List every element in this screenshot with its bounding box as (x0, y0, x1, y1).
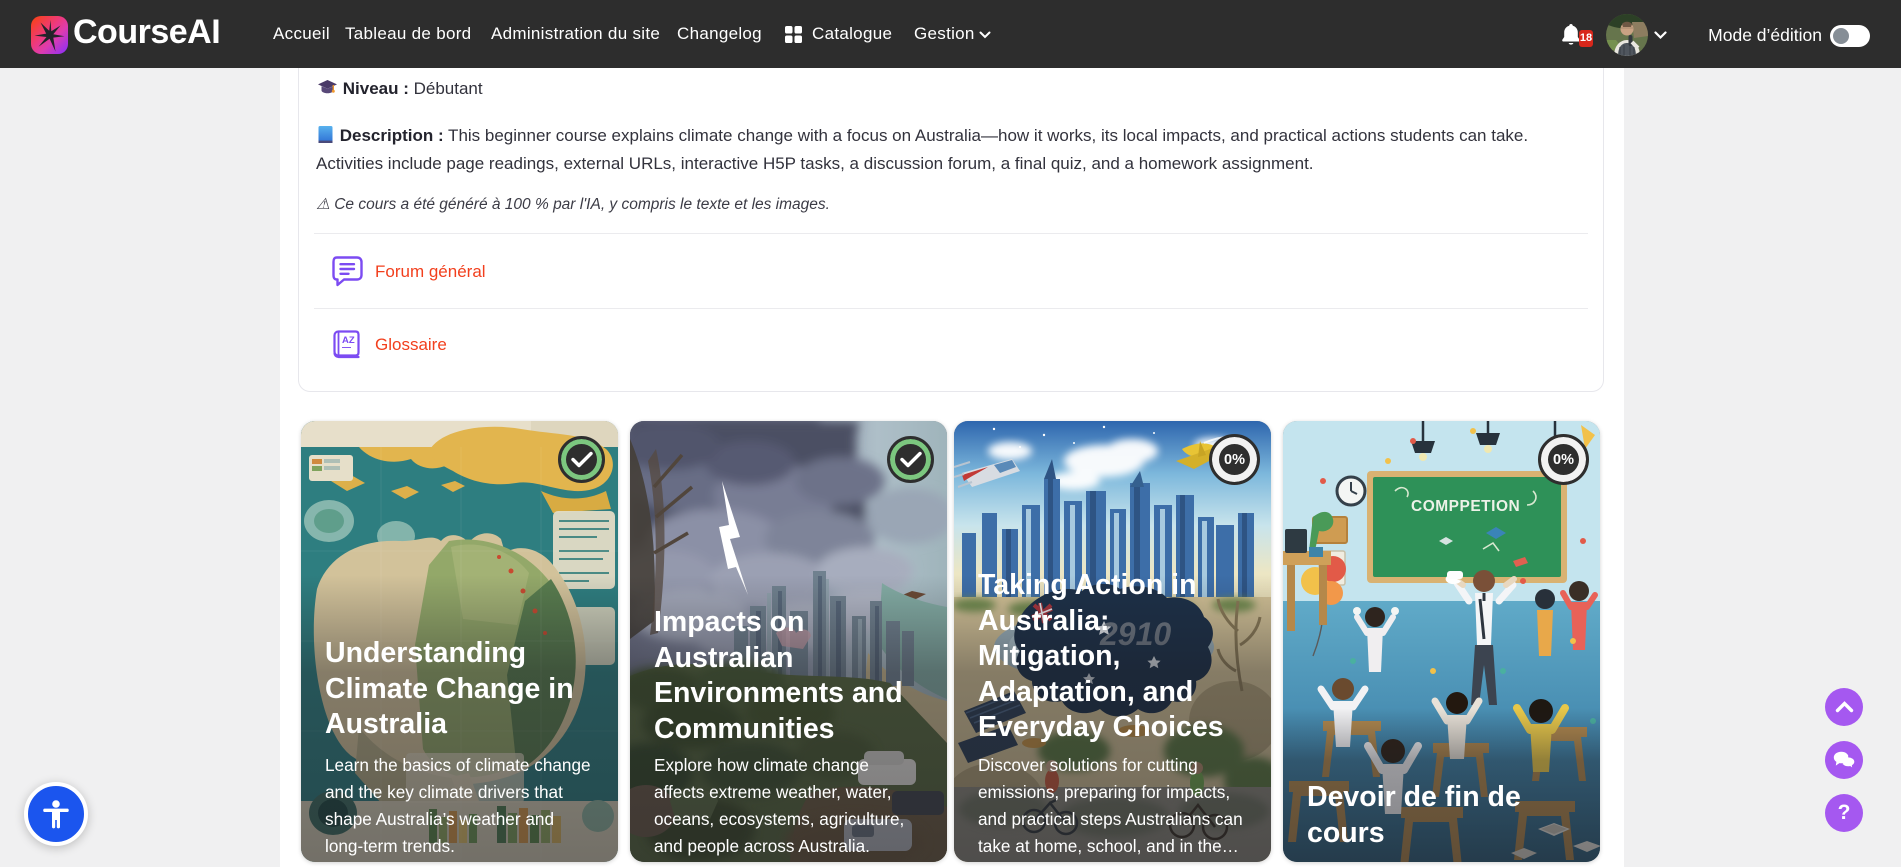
svg-text:COMPPETION: COMPPETION (1411, 498, 1520, 515)
svg-text:—: — (342, 342, 351, 352)
